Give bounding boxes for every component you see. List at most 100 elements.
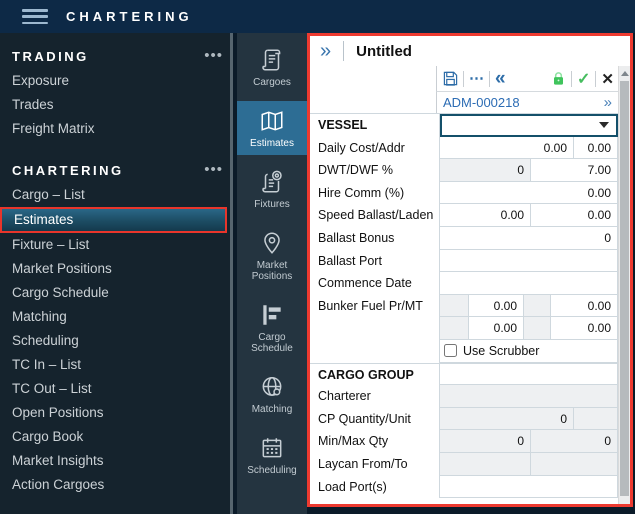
hamburger-menu-icon[interactable]: [22, 9, 48, 24]
sidebar-item-estimates[interactable]: Estimates: [0, 207, 227, 233]
estimate-reference-link[interactable]: ADM-000218: [443, 95, 604, 110]
ballast-bonus-label: Ballast Bonus: [310, 227, 439, 250]
row-load-ports: Load Port(s): [310, 476, 618, 499]
icon-rail: Cargoes Estimates Fixtures: [237, 33, 307, 514]
rail-item-cargo-schedule[interactable]: Cargo Schedule: [237, 295, 307, 360]
laycan-to-cell: [531, 453, 618, 476]
sidebar-item-matching[interactable]: Matching: [0, 305, 233, 329]
dwf-percent-input[interactable]: 7.00: [531, 159, 618, 182]
chevron-down-icon: [599, 122, 609, 128]
ballast-bonus-input[interactable]: 0: [440, 227, 618, 250]
rail-label-estimates: Estimates: [250, 138, 294, 149]
bunker-price-input-2[interactable]: 0.00: [551, 295, 618, 318]
sidebar-item-freight-matrix[interactable]: Freight Matrix: [0, 117, 233, 141]
bunker-price-input-3[interactable]: 0.00: [469, 317, 524, 340]
vessel-label: VESSEL: [310, 114, 439, 137]
estimate-title: Untitled: [356, 43, 412, 60]
row-laycan-from-to: Laycan From/To: [310, 453, 618, 476]
rail-item-scheduling[interactable]: Scheduling: [237, 428, 307, 482]
ballast-port-input[interactable]: [440, 250, 618, 273]
cp-quantity-unit-label: CP Quantity/Unit: [310, 408, 439, 431]
rail-label-cargo-schedule: Cargo Schedule: [239, 332, 305, 354]
sidebar-item-cargo-list[interactable]: Cargo – List: [0, 183, 233, 207]
section-chartering: CHARTERING •••: [0, 157, 233, 183]
daily-cost-input[interactable]: 0.00: [440, 137, 574, 160]
bunker-type-cell-1: [440, 295, 469, 318]
sidebar-item-tc-out-list[interactable]: TC Out – List: [0, 377, 233, 401]
collapse-panel-icon[interactable]: »: [320, 42, 331, 60]
row-bunker-fuel-1: Bunker Fuel Pr/MT 0.00 0.00: [310, 295, 618, 318]
speed-laden-input[interactable]: 0.00: [531, 204, 618, 227]
cp-unit-cell: [574, 408, 618, 431]
close-icon[interactable]: ✕: [601, 70, 614, 88]
row-bunker-fuel-2: 0.00 0.00: [310, 317, 618, 340]
rail-item-matching[interactable]: Matching: [237, 367, 307, 421]
addr-comm-input[interactable]: 0.00: [574, 137, 618, 160]
save-icon[interactable]: [443, 71, 458, 86]
sidebar-item-cargo-schedule[interactable]: Cargo Schedule: [0, 281, 233, 305]
charterer-label: Charterer: [310, 385, 439, 408]
section-title-chartering: CHARTERING: [12, 163, 204, 178]
estimate-panel: » Untitled ⋯ «: [307, 33, 633, 507]
max-qty-cell: 0: [531, 430, 618, 453]
row-cargo-group: CARGO GROUP: [310, 363, 618, 386]
cargo-group-label: CARGO GROUP: [310, 364, 439, 386]
row-dwt-dwf: DWT/DWF % 0 7.00: [310, 159, 618, 182]
commence-date-input[interactable]: [440, 272, 618, 295]
scrollbar-up-arrow-icon[interactable]: [619, 66, 630, 80]
row-cp-quantity-unit: CP Quantity/Unit 0: [310, 408, 618, 431]
bunker-type-cell-4: [524, 317, 551, 340]
map-icon: [259, 108, 285, 134]
chartering-menu-dots-icon[interactable]: •••: [204, 165, 223, 175]
sidebar-item-scheduling[interactable]: Scheduling: [0, 329, 233, 353]
bunker-price-input-1[interactable]: 0.00: [469, 295, 524, 318]
panel-header: » Untitled: [310, 36, 630, 66]
expand-reference-icon[interactable]: »: [604, 94, 612, 111]
hire-comm-input[interactable]: 0.00: [440, 182, 618, 205]
speed-ballast-input[interactable]: 0.00: [440, 204, 531, 227]
scroll-icon: [259, 47, 285, 73]
use-scrubber-checkbox[interactable]: [444, 344, 457, 357]
rail-item-estimates[interactable]: Estimates: [237, 101, 307, 155]
sidebar-item-fixture-list[interactable]: Fixture – List: [0, 233, 233, 257]
lock-icon[interactable]: [551, 71, 566, 86]
rail-item-fixtures[interactable]: Fixtures: [237, 162, 307, 216]
section-trading: TRADING •••: [0, 43, 233, 69]
bunker-price-input-4[interactable]: 0.00: [551, 317, 618, 340]
sidebar-item-market-positions[interactable]: Market Positions: [0, 257, 233, 281]
scroll-at-icon: [259, 169, 285, 195]
ballast-port-label: Ballast Port: [310, 250, 439, 273]
daily-cost-addr-label: Daily Cost/Addr: [310, 137, 439, 160]
estimate-toolbar: ⋯ « ✓ ✕: [436, 66, 618, 92]
estimate-form: VESSEL Daily Cost/Addr 0.00 0.00 DWT/DWF…: [310, 113, 618, 510]
min-max-qty-label: Min/Max Qty: [310, 430, 439, 453]
hire-comm-label: Hire Comm (%): [310, 182, 439, 205]
more-options-icon[interactable]: ⋯: [469, 75, 484, 83]
row-commence-date: Commence Date: [310, 272, 618, 295]
sidebar-item-action-cargoes[interactable]: Action Cargoes: [0, 473, 233, 497]
sidebar-item-tc-in-list[interactable]: TC In – List: [0, 353, 233, 377]
sidebar-item-open-positions[interactable]: Open Positions: [0, 401, 233, 425]
min-qty-cell: 0: [440, 430, 531, 453]
trading-menu-dots-icon[interactable]: •••: [204, 51, 223, 61]
cargo-group-input[interactable]: [440, 364, 618, 386]
laycan-from-cell: [440, 453, 531, 476]
load-ports-input[interactable]: [440, 476, 618, 499]
vessel-dropdown[interactable]: [440, 114, 618, 137]
confirm-icon[interactable]: ✓: [577, 69, 590, 89]
sidebar-item-trades[interactable]: Trades: [0, 93, 233, 117]
bunker-fuel-label-spacer: [310, 317, 439, 340]
calendar-icon: [259, 435, 285, 461]
sidebar-item-market-insights[interactable]: Market Insights: [0, 449, 233, 473]
load-ports-label: Load Port(s): [310, 476, 439, 499]
rail-label-matching: Matching: [252, 404, 293, 415]
bunker-type-cell-2: [524, 295, 551, 318]
sidebar: TRADING ••• Exposure Trades Freight Matr…: [0, 33, 233, 514]
collapse-columns-icon[interactable]: «: [495, 71, 506, 87]
scrollbar-thumb[interactable]: [620, 81, 629, 496]
rail-item-market-positions[interactable]: Market Positions: [237, 223, 307, 288]
rail-item-cargoes[interactable]: Cargoes: [237, 40, 307, 94]
sidebar-item-cargo-book[interactable]: Cargo Book: [0, 425, 233, 449]
panel-scrollbar[interactable]: [618, 66, 630, 504]
sidebar-item-exposure[interactable]: Exposure: [0, 69, 233, 93]
